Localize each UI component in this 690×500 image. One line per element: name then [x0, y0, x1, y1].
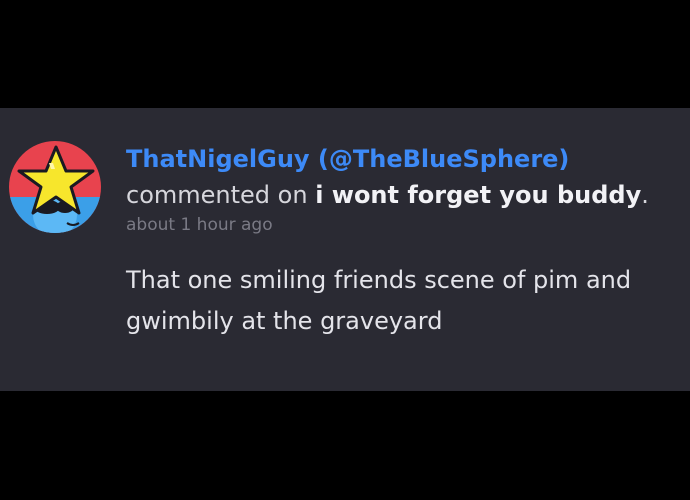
- activity-line: commented on i wont forget you buddy.: [126, 180, 682, 210]
- comment-content: ThatNigelGuy (@TheBlueSphere) commented …: [126, 144, 682, 342]
- title-suffix: .: [641, 181, 649, 209]
- timestamp: about 1 hour ago: [126, 215, 273, 235]
- comment-body: That one smiling friends scene of pim an…: [126, 266, 632, 335]
- post-title-link[interactable]: i wont forget you buddy: [315, 181, 641, 209]
- avatar-star-icon: [9, 141, 101, 233]
- page: ThatNigelGuy (@TheBlueSphere) commented …: [0, 0, 690, 500]
- username-link[interactable]: ThatNigelGuy (@TheBlueSphere): [126, 144, 682, 174]
- action-text: commented on: [126, 181, 308, 209]
- comment-notification-card[interactable]: ThatNigelGuy (@TheBlueSphere) commented …: [0, 108, 690, 391]
- avatar[interactable]: [9, 141, 101, 233]
